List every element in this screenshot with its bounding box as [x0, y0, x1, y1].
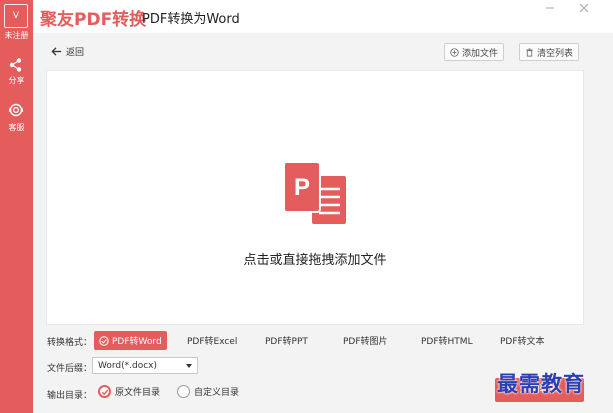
suffix-select[interactable]: Word(*.docx) — [92, 357, 198, 374]
format-option-word[interactable]: PDF转Word — [94, 331, 167, 350]
radio-checked-icon — [98, 385, 111, 398]
svg-text:P: P — [294, 174, 310, 201]
arrow-left-icon — [51, 47, 62, 56]
suffix-value: Word(*.docx) — [98, 360, 158, 371]
file-drop-zone[interactable]: P 点击或直接拖拽添加文件 — [46, 70, 584, 325]
share-icon[interactable] — [8, 57, 24, 73]
sidebar-item-support[interactable]: 客服 — [0, 122, 33, 133]
support-icon[interactable] — [8, 102, 24, 118]
output-option-label: 原文件目录 — [115, 388, 161, 398]
sidebar-item-register[interactable]: 未注册 — [0, 30, 33, 41]
format-option-excel[interactable]: PDF转Excel — [187, 331, 237, 350]
output-radio-custom[interactable]: 自定义目录 — [177, 385, 239, 398]
page-title: PDF转换为Word — [142, 12, 240, 27]
sidebar-item-share[interactable]: 分享 — [0, 75, 33, 86]
add-file-label: 添加文件 — [462, 48, 499, 59]
add-file-button[interactable]: 添加文件 — [444, 43, 505, 61]
check-circle-icon — [99, 335, 109, 346]
title-bar: 聚友PDF转换 PDF转换为Word — [33, 0, 613, 33]
watermark-logo: 最需教育 — [497, 371, 585, 396]
plus-circle-icon — [450, 47, 459, 57]
back-button[interactable]: 返回 — [51, 45, 84, 58]
format-option-html[interactable]: PDF转HTML — [421, 331, 473, 350]
format-option-text[interactable]: PDF转文本 — [500, 331, 545, 350]
output-radio-source[interactable]: 原文件目录 — [98, 385, 160, 398]
format-label: 转换格式： — [47, 338, 93, 348]
minimize-icon[interactable] — [544, 2, 556, 14]
drop-prompt: 点击或直接拖拽添加文件 — [243, 253, 387, 268]
main-panel: 聚友PDF转换 PDF转换为Word 返回 添加文件 清空列表 P 点击或直接拖… — [33, 0, 613, 413]
suffix-label: 文件后缀： — [47, 364, 93, 374]
output-label: 输出目录： — [47, 391, 93, 401]
app-logo: V — [4, 4, 28, 28]
radio-unchecked-icon — [177, 385, 190, 398]
chevron-down-icon — [186, 363, 192, 368]
clear-list-button[interactable]: 清空列表 — [519, 43, 580, 61]
app-name: 聚友PDF转换 — [40, 10, 147, 30]
format-option-ppt[interactable]: PDF转PPT — [265, 331, 308, 350]
sidebar: V 未注册 分享 客服 — [0, 0, 33, 413]
back-label: 返回 — [66, 48, 85, 58]
clear-list-label: 清空列表 — [537, 48, 574, 59]
format-option-label: PDF转Word — [112, 337, 162, 347]
output-option-label: 自定义目录 — [194, 388, 240, 398]
format-option-image[interactable]: PDF转图片 — [343, 331, 388, 350]
pdf-file-icon: P — [283, 161, 348, 226]
close-icon[interactable] — [578, 2, 590, 14]
trash-icon — [526, 47, 533, 57]
